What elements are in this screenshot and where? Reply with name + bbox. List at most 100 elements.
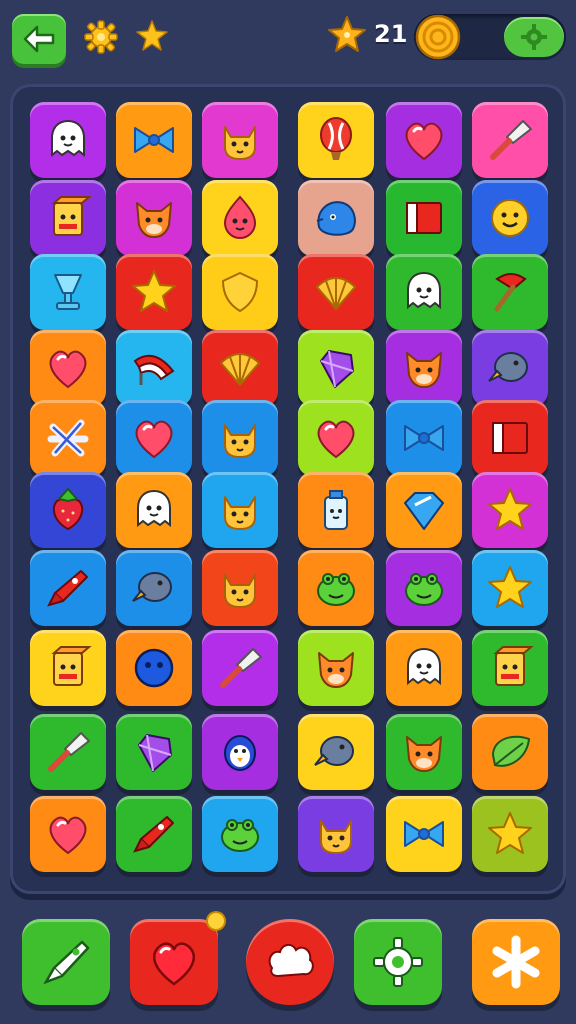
tile-frog[interactable] bbox=[202, 796, 278, 872]
tile-bow[interactable] bbox=[386, 796, 462, 872]
heart-icon bbox=[49, 350, 87, 389]
tile-star[interactable] bbox=[472, 550, 548, 626]
shield-icon bbox=[222, 272, 258, 312]
tile-ghost[interactable] bbox=[386, 254, 462, 330]
tile-star[interactable] bbox=[472, 472, 548, 548]
tile-knot[interactable] bbox=[30, 400, 106, 476]
star-icon[interactable] bbox=[134, 18, 170, 54]
tile-shovel[interactable] bbox=[202, 630, 278, 706]
tile-cat[interactable] bbox=[202, 472, 278, 548]
tile-bird[interactable] bbox=[472, 330, 548, 406]
tile-smiley[interactable] bbox=[472, 180, 548, 256]
smiley-icon bbox=[491, 199, 529, 237]
box-icon bbox=[51, 646, 92, 686]
tile-bow[interactable] bbox=[116, 102, 192, 178]
tile-bow[interactable] bbox=[386, 400, 462, 476]
tile-leaf[interactable] bbox=[472, 714, 548, 790]
bow-icon bbox=[134, 127, 174, 153]
tile-gem[interactable] bbox=[116, 714, 192, 790]
tile-cup[interactable] bbox=[30, 254, 106, 330]
gem-icon bbox=[320, 350, 354, 388]
bow-icon bbox=[404, 425, 444, 451]
bird-icon bbox=[132, 572, 172, 602]
tile-box[interactable] bbox=[30, 630, 106, 706]
tile-rocket[interactable] bbox=[30, 550, 106, 626]
tile-blob[interactable] bbox=[298, 180, 374, 256]
ghost-icon bbox=[407, 647, 441, 686]
tile-gem[interactable] bbox=[298, 330, 374, 406]
tile-cat[interactable] bbox=[298, 796, 374, 872]
tile-fox[interactable] bbox=[386, 330, 462, 406]
rocket-icon bbox=[133, 816, 174, 853]
tile-shield[interactable] bbox=[202, 254, 278, 330]
tile-heart[interactable] bbox=[298, 400, 374, 476]
tile-ghost[interactable] bbox=[30, 102, 106, 178]
tile-ghost[interactable] bbox=[116, 472, 192, 548]
tile-fan[interactable] bbox=[116, 330, 192, 406]
tile-fox[interactable] bbox=[386, 714, 462, 790]
tile-bird[interactable] bbox=[116, 550, 192, 626]
tile-heart[interactable] bbox=[116, 400, 192, 476]
tile-heart[interactable] bbox=[30, 330, 106, 406]
notification-dot bbox=[208, 913, 224, 929]
tile-cat[interactable] bbox=[202, 400, 278, 476]
tile-shell[interactable] bbox=[298, 254, 374, 330]
fox-icon bbox=[136, 202, 172, 238]
tile-box[interactable] bbox=[30, 180, 106, 256]
tile-star[interactable] bbox=[116, 254, 192, 330]
tile-drop-face[interactable] bbox=[202, 180, 278, 256]
tile-fox[interactable] bbox=[116, 180, 192, 256]
frog-icon bbox=[221, 819, 259, 852]
tile-ball[interactable] bbox=[116, 630, 192, 706]
cat-icon bbox=[224, 126, 256, 160]
tile-flag[interactable] bbox=[386, 180, 462, 256]
heart-booster-button[interactable] bbox=[130, 913, 224, 1005]
tile-strawberry[interactable] bbox=[30, 472, 106, 548]
tile-frog[interactable] bbox=[386, 550, 462, 626]
tile-ghost[interactable] bbox=[386, 630, 462, 706]
settings-button[interactable] bbox=[354, 919, 442, 1005]
star-icon bbox=[132, 270, 176, 312]
tile-rocket[interactable] bbox=[116, 796, 192, 872]
balloon-icon bbox=[320, 117, 352, 160]
tile-penguin[interactable] bbox=[202, 714, 278, 790]
strawberry-icon bbox=[52, 487, 84, 531]
tile-heart[interactable] bbox=[386, 102, 462, 178]
gear-icon[interactable] bbox=[84, 20, 118, 54]
cup-icon bbox=[54, 274, 82, 310]
tile-balloon[interactable] bbox=[298, 102, 374, 178]
tile-shell[interactable] bbox=[202, 330, 278, 406]
flag-icon bbox=[492, 422, 528, 454]
tile-fox[interactable] bbox=[298, 630, 374, 706]
tile-box[interactable] bbox=[472, 630, 548, 706]
cloud-booster-button[interactable] bbox=[246, 919, 334, 1005]
tile-heart[interactable] bbox=[30, 796, 106, 872]
frog-icon bbox=[405, 573, 443, 606]
tile-cat[interactable] bbox=[202, 102, 278, 178]
tile-shovel[interactable] bbox=[30, 714, 106, 790]
star-icon bbox=[488, 566, 532, 608]
tile-bottle[interactable] bbox=[298, 472, 374, 548]
tile-flag[interactable] bbox=[472, 400, 548, 476]
fox-icon bbox=[406, 352, 442, 388]
tile-cat[interactable] bbox=[202, 550, 278, 626]
tile-frog[interactable] bbox=[298, 550, 374, 626]
coin-icon bbox=[415, 14, 461, 60]
diamond-icon bbox=[404, 492, 444, 530]
fan-icon bbox=[133, 354, 175, 385]
tile-axe[interactable] bbox=[472, 254, 548, 330]
shovel-icon bbox=[220, 648, 262, 688]
tile-bird[interactable] bbox=[298, 714, 374, 790]
back-button[interactable] bbox=[12, 14, 66, 64]
add-coins-button[interactable] bbox=[504, 17, 564, 57]
coin-meter bbox=[414, 14, 566, 60]
tile-diamond[interactable] bbox=[386, 472, 462, 548]
sparkle-booster-button[interactable] bbox=[472, 919, 560, 1005]
tile-star[interactable] bbox=[472, 796, 548, 872]
hammer-booster-button[interactable] bbox=[22, 919, 110, 1005]
cat-icon bbox=[224, 496, 256, 530]
ghost-icon bbox=[407, 271, 441, 310]
tile-shovel[interactable] bbox=[472, 102, 548, 178]
cat-icon bbox=[224, 424, 256, 458]
heart-icon bbox=[405, 122, 443, 161]
